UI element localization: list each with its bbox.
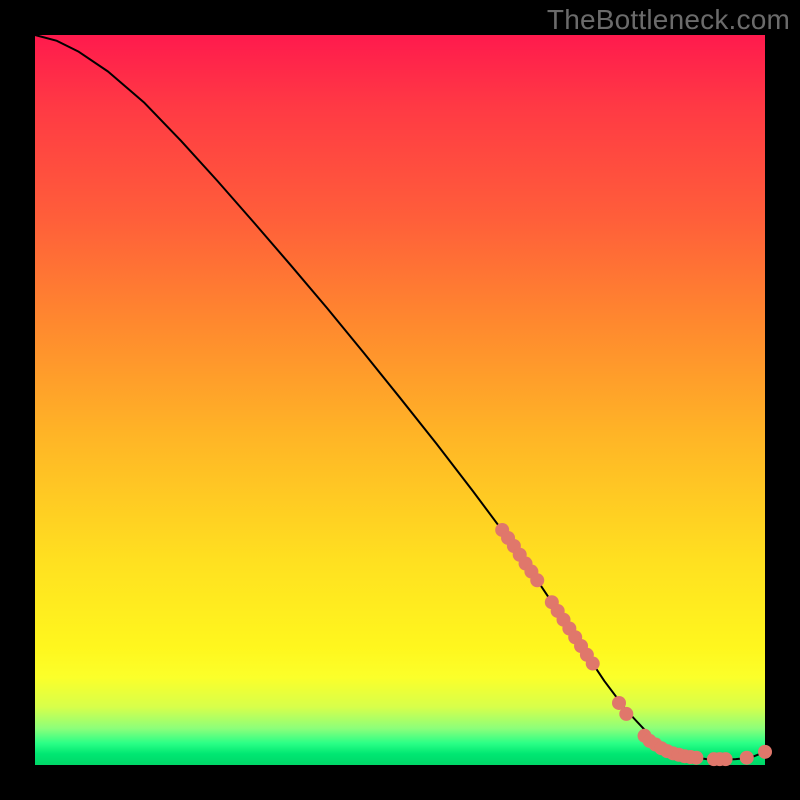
data-marker [586,657,600,671]
chart-svg [35,35,765,765]
data-marker [740,751,754,765]
data-marker [619,707,633,721]
data-marker [689,751,703,765]
chart-stage: TheBottleneck.com [0,0,800,800]
curve-line [35,35,765,760]
data-marker [530,573,544,587]
watermark-text: TheBottleneck.com [547,4,790,36]
data-marker [719,752,733,766]
plot-area [35,35,765,765]
data-marker [758,745,772,759]
